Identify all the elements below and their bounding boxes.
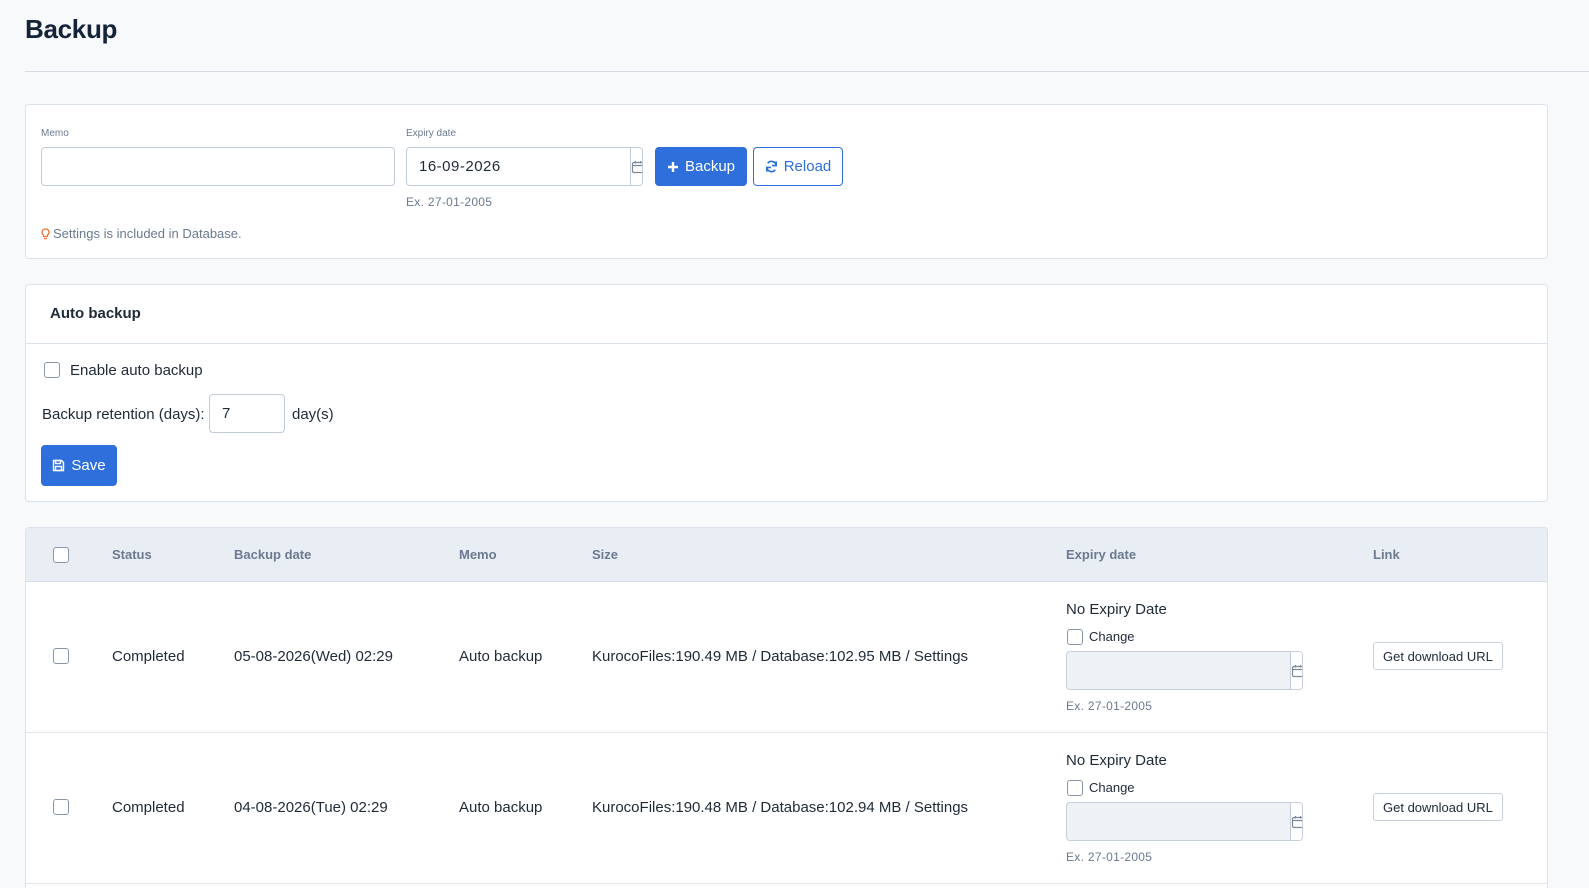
page-title: Backup bbox=[25, 14, 118, 44]
lightbulb-icon bbox=[41, 227, 50, 239]
auto-backup-header: Auto backup bbox=[26, 285, 1547, 344]
row-expiry-hint: Ex. 27-01-2005 bbox=[1066, 850, 1153, 864]
memo-input[interactable] bbox=[41, 147, 395, 186]
row-status: Completed bbox=[112, 799, 185, 816]
column-header-status: Status bbox=[112, 547, 152, 562]
expiry-date-input[interactable] bbox=[407, 148, 630, 185]
retention-label: Backup retention (days): bbox=[42, 406, 205, 423]
calendar-icon bbox=[1291, 664, 1302, 677]
row-expiry-date-group bbox=[1066, 802, 1303, 841]
reload-button-label: Reload bbox=[783, 158, 832, 175]
save-icon bbox=[53, 459, 65, 472]
calendar-icon bbox=[1291, 815, 1302, 828]
memo-label: Memo bbox=[41, 128, 69, 139]
row-expiry-date-input[interactable] bbox=[1067, 652, 1290, 689]
row-change-label: Change bbox=[1089, 629, 1135, 644]
row-calendar-button[interactable] bbox=[1290, 803, 1302, 840]
refresh-icon bbox=[765, 160, 777, 173]
backup-button-label: Backup bbox=[684, 158, 736, 175]
table-row: Completed 04-08-2026(Tue) 02:29 Auto bac… bbox=[26, 733, 1547, 884]
select-all-checkbox[interactable] bbox=[53, 547, 69, 563]
column-header-size: Size bbox=[592, 547, 619, 562]
backup-button[interactable]: Backup bbox=[655, 147, 747, 186]
row-backup-date: 04-08-2026(Tue) 02:29 bbox=[234, 799, 388, 816]
get-download-url-button[interactable]: Get download URL bbox=[1373, 793, 1503, 821]
calendar-button[interactable] bbox=[630, 148, 642, 185]
save-button[interactable]: Save bbox=[41, 445, 117, 486]
row-checkbox[interactable] bbox=[53, 799, 69, 815]
row-expiry-text: No Expiry Date bbox=[1066, 601, 1167, 618]
column-header-link: Link bbox=[1373, 547, 1400, 562]
row-expiry-date-input[interactable] bbox=[1067, 803, 1290, 840]
settings-note: Settings is included in Database. bbox=[41, 226, 242, 241]
plus-icon bbox=[667, 161, 678, 172]
row-calendar-button[interactable] bbox=[1290, 652, 1302, 689]
column-header-expiry-date: Expiry date bbox=[1066, 547, 1137, 562]
row-change-expiry-checkbox[interactable] bbox=[1067, 629, 1083, 645]
enable-auto-backup-checkbox[interactable] bbox=[44, 362, 60, 378]
row-memo: Auto backup bbox=[459, 648, 543, 665]
row-backup-date: 05-08-2026(Wed) 02:29 bbox=[234, 648, 393, 665]
enable-auto-backup-label: Enable auto backup bbox=[70, 362, 203, 379]
table-header: Status Backup date Memo Size Expiry date… bbox=[26, 528, 1547, 582]
calendar-icon bbox=[631, 160, 642, 173]
expiry-date-label: Expiry date bbox=[406, 128, 457, 139]
row-size: KurocoFiles:190.48 MB / Database:102.94 … bbox=[592, 799, 969, 816]
auto-backup-card: Auto backup Enable auto backup Backup re… bbox=[25, 284, 1548, 502]
row-change-expiry-checkbox[interactable] bbox=[1067, 780, 1083, 796]
backup-table: Status Backup date Memo Size Expiry date… bbox=[25, 527, 1548, 888]
retention-input[interactable] bbox=[209, 394, 285, 433]
row-status: Completed bbox=[112, 648, 185, 665]
expiry-date-group bbox=[406, 147, 643, 186]
settings-note-text: Settings is included in Database. bbox=[53, 226, 242, 241]
auto-backup-title: Auto backup bbox=[50, 305, 141, 322]
title-divider bbox=[25, 71, 1589, 72]
row-memo: Auto backup bbox=[459, 799, 543, 816]
row-expiry-date-group bbox=[1066, 651, 1303, 690]
get-download-url-button[interactable]: Get download URL bbox=[1373, 642, 1503, 670]
column-header-backup-date: Backup date bbox=[234, 547, 312, 562]
table-row: Completed 05-08-2026(Wed) 02:29 Auto bac… bbox=[26, 582, 1547, 733]
row-change-label: Change bbox=[1089, 780, 1135, 795]
retention-unit: day(s) bbox=[292, 406, 334, 423]
save-button-label: Save bbox=[71, 457, 106, 474]
row-expiry-text: No Expiry Date bbox=[1066, 752, 1167, 769]
row-expiry-hint: Ex. 27-01-2005 bbox=[1066, 699, 1153, 713]
backup-create-card: Memo Expiry date Ex. 27-01-2005 Backup R… bbox=[25, 104, 1548, 259]
row-size: KurocoFiles:190.49 MB / Database:102.95 … bbox=[592, 648, 969, 665]
row-checkbox[interactable] bbox=[53, 648, 69, 664]
reload-button[interactable]: Reload bbox=[753, 147, 843, 186]
column-header-memo: Memo bbox=[459, 547, 497, 562]
expiry-date-hint: Ex. 27-01-2005 bbox=[406, 195, 493, 209]
